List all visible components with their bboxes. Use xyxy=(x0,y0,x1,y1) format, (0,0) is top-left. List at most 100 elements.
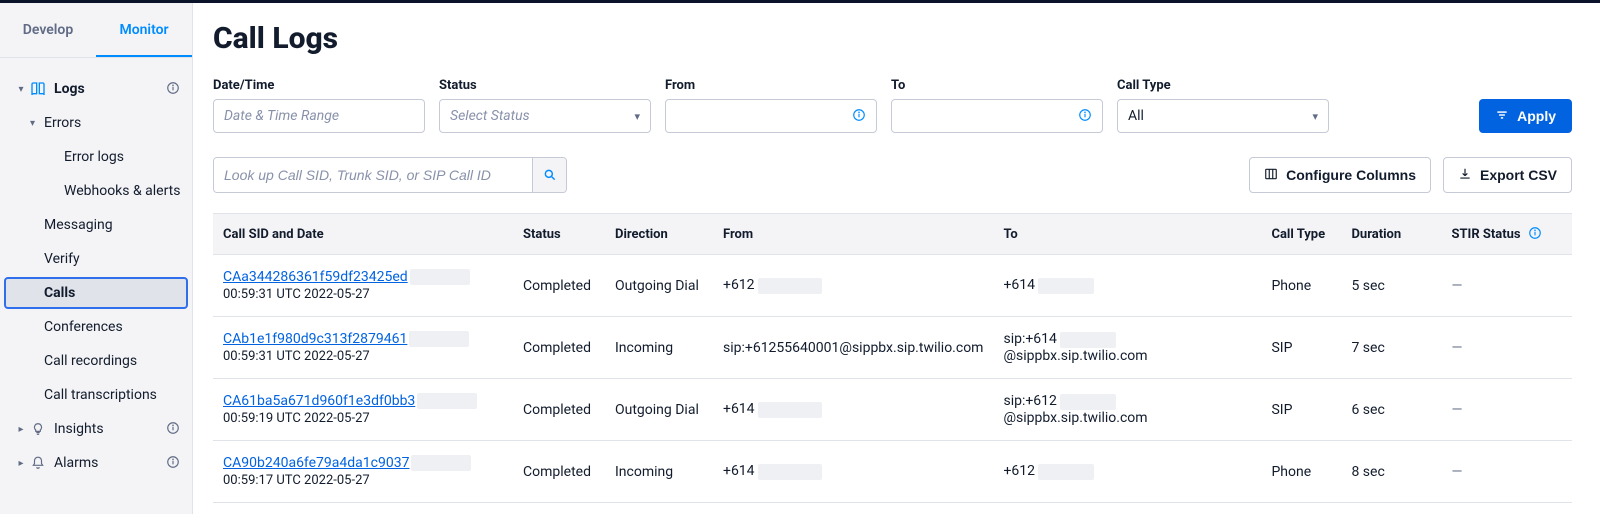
lookup-field[interactable] xyxy=(214,158,532,192)
call-sid-link[interactable]: CAa344286361f59df23425ed xyxy=(223,269,503,285)
cell-to: +612 xyxy=(993,441,1261,503)
date-range-field[interactable] xyxy=(224,108,414,124)
table-row: CAa344286361f59df23425ed 00:59:31 UTC 202… xyxy=(213,255,1572,317)
filter-status-label: Status xyxy=(439,78,651,93)
to-field[interactable] xyxy=(902,108,1078,124)
cell-from: +614 xyxy=(713,441,993,503)
tab-develop[interactable]: Develop xyxy=(0,3,96,57)
from-input[interactable] xyxy=(665,99,877,133)
cell-direction: Outgoing Dial xyxy=(605,255,713,317)
configure-columns-button[interactable]: Configure Columns xyxy=(1249,157,1431,193)
main-content: Call Logs Date/Time Status ▾ From xyxy=(193,3,1600,514)
chevron-down-icon: ▾ xyxy=(30,118,40,129)
sidebar-item-alarms[interactable]: ▸ Alarms xyxy=(0,446,192,480)
lookup-input[interactable] xyxy=(213,157,567,193)
apply-button[interactable]: Apply xyxy=(1479,99,1572,133)
col-calltype: Call Type xyxy=(1261,214,1341,255)
sidebar-logs-label: Logs xyxy=(54,81,166,97)
info-icon[interactable] xyxy=(1078,108,1092,124)
info-icon[interactable] xyxy=(166,421,180,437)
date-range-input[interactable] xyxy=(213,99,425,133)
calltype-select[interactable]: All ▾ xyxy=(1117,99,1329,133)
sidebar-tabs: Develop Monitor xyxy=(0,3,192,58)
info-icon[interactable] xyxy=(166,455,180,471)
info-icon[interactable] xyxy=(852,108,866,124)
lightbulb-icon xyxy=(28,422,48,436)
tab-monitor[interactable]: Monitor xyxy=(96,3,192,57)
cell-stir: — xyxy=(1441,441,1572,503)
redacted-segment xyxy=(411,455,471,471)
search-icon xyxy=(543,168,557,182)
call-log-table: Call SID and Date Status Direction From … xyxy=(213,213,1572,503)
col-duration: Duration xyxy=(1341,214,1441,255)
redacted-segment xyxy=(1038,278,1094,294)
to-input[interactable] xyxy=(891,99,1103,133)
sidebar-item-errors[interactable]: ▾ Errors xyxy=(44,106,192,140)
from-field[interactable] xyxy=(676,108,852,124)
page-title: Call Logs xyxy=(213,21,1572,56)
book-icon xyxy=(28,81,48,97)
sidebar-item-verify[interactable]: Verify xyxy=(44,242,192,276)
cell-calltype: SIP xyxy=(1261,317,1341,379)
sidebar: Develop Monitor ▾ Logs ▾ Errors Error lo… xyxy=(0,3,193,514)
columns-icon xyxy=(1264,167,1278,184)
chevron-right-icon: ▸ xyxy=(16,424,26,435)
chevron-down-icon: ▾ xyxy=(634,110,640,123)
table-row: CA61ba5a671d960f1e3df0bb300:59:19 UTC 20… xyxy=(213,379,1572,441)
call-date: 00:59:31 UTC 2022-05-27 xyxy=(223,287,503,302)
col-status: Status xyxy=(513,214,605,255)
redacted-segment xyxy=(1060,332,1116,348)
bell-icon xyxy=(28,456,48,470)
sidebar-alarms-label: Alarms xyxy=(54,455,166,471)
call-sid-link[interactable]: CAb1e1f980d9c313f2879461 xyxy=(223,331,503,347)
cell-stir: — xyxy=(1441,379,1572,441)
search-button[interactable] xyxy=(532,158,566,192)
redacted-segment xyxy=(409,331,469,347)
cell-to: sip:+614@sippbx.sip.twilio.com xyxy=(993,317,1261,379)
call-sid-link[interactable]: CA61ba5a671d960f1e3df0bb3 xyxy=(223,393,503,409)
col-sid: Call SID and Date xyxy=(213,214,513,255)
cell-calltype: Phone xyxy=(1261,441,1341,503)
sidebar-item-calls[interactable]: Calls xyxy=(4,277,188,309)
filter-bar: Date/Time Status ▾ From xyxy=(213,78,1572,133)
cell-status: Completed xyxy=(513,317,605,379)
col-to: To xyxy=(993,214,1261,255)
status-select[interactable]: ▾ xyxy=(439,99,651,133)
cell-duration: 6 sec xyxy=(1341,379,1441,441)
apply-label: Apply xyxy=(1517,108,1556,124)
cell-from: +612 xyxy=(713,255,993,317)
sidebar-item-conferences[interactable]: Conferences xyxy=(44,310,192,344)
redacted-segment xyxy=(758,402,822,418)
redacted-segment xyxy=(410,269,470,285)
table-row: CA90b240a6fe79a4da1c903700:59:17 UTC 202… xyxy=(213,441,1572,503)
cell-status: Completed xyxy=(513,441,605,503)
sidebar-item-insights[interactable]: ▸ Insights xyxy=(0,412,192,446)
sidebar-item-logs[interactable]: ▾ Logs xyxy=(0,72,192,106)
redacted-segment xyxy=(1060,394,1116,410)
sidebar-item-call-transcriptions[interactable]: Call transcriptions xyxy=(44,378,192,412)
export-csv-label: Export CSV xyxy=(1480,167,1557,183)
status-select-field[interactable] xyxy=(450,108,634,124)
sidebar-insights-label: Insights xyxy=(54,421,166,437)
calltype-value: All xyxy=(1128,108,1144,124)
redacted-segment xyxy=(758,464,822,480)
info-icon[interactable] xyxy=(166,81,180,97)
cell-calltype: SIP xyxy=(1261,379,1341,441)
info-icon[interactable] xyxy=(1528,227,1542,242)
cell-duration: 7 sec xyxy=(1341,317,1441,379)
cell-direction: Outgoing Dial xyxy=(605,379,713,441)
chevron-down-icon: ▾ xyxy=(1312,110,1318,123)
sidebar-item-webhooks[interactable]: Webhooks & alerts xyxy=(44,174,192,208)
filter-date-label: Date/Time xyxy=(213,78,425,93)
call-sid-link[interactable]: CA90b240a6fe79a4da1c9037 xyxy=(223,455,503,471)
cell-direction: Incoming xyxy=(605,317,713,379)
cell-direction: Incoming xyxy=(605,441,713,503)
cell-calltype: Phone xyxy=(1261,255,1341,317)
cell-status: Completed xyxy=(513,255,605,317)
sidebar-item-messaging[interactable]: Messaging xyxy=(44,208,192,242)
sidebar-item-error-logs[interactable]: Error logs xyxy=(44,140,192,174)
sidebar-item-call-recordings[interactable]: Call recordings xyxy=(44,344,192,378)
col-stir: STIR Status xyxy=(1441,214,1572,255)
filter-from-label: From xyxy=(665,78,877,93)
export-csv-button[interactable]: Export CSV xyxy=(1443,157,1572,193)
